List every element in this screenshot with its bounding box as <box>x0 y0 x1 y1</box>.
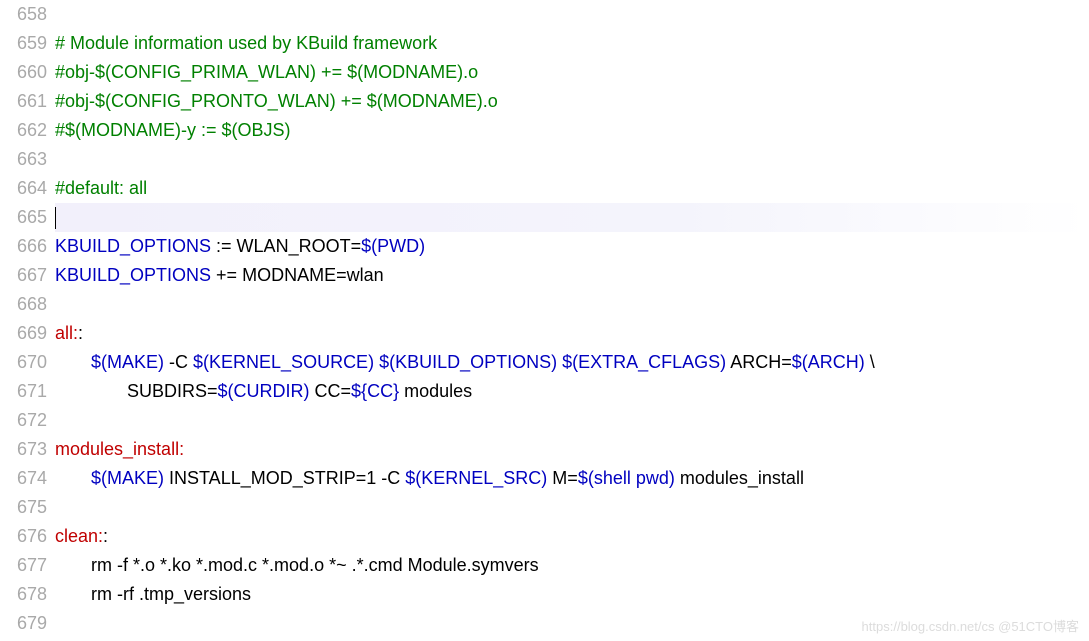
code-token: \ <box>865 352 875 372</box>
code-token: ARCH= <box>726 352 792 372</box>
code-token: += MODNAME=wlan <box>211 265 384 285</box>
line-number: 677 <box>0 551 47 580</box>
code-line[interactable] <box>55 0 1089 29</box>
code-token: rm -f *.o *.ko *.mod.c *.mod.o *~ .*.cmd… <box>91 555 539 575</box>
line-number: 675 <box>0 493 47 522</box>
code-token: #obj-$(CONFIG_PRIMA_WLAN) += $(MODNAME).… <box>55 62 478 82</box>
code-token: SUBDIRS= <box>127 381 218 401</box>
line-number: 673 <box>0 435 47 464</box>
code-token: $(MAKE) <box>91 352 164 372</box>
line-number: 666 <box>0 232 47 261</box>
code-token: -C <box>164 352 193 372</box>
code-token: modules_install <box>675 468 804 488</box>
code-line[interactable]: rm -rf .tmp_versions <box>55 580 1089 609</box>
line-number: 663 <box>0 145 47 174</box>
line-number: 660 <box>0 58 47 87</box>
line-number: 662 <box>0 116 47 145</box>
code-token: CC= <box>310 381 352 401</box>
code-token: $(PWD) <box>361 236 425 256</box>
code-token: clean: <box>55 526 103 546</box>
code-line[interactable]: KBUILD_OPTIONS := WLAN_ROOT=$(PWD) <box>55 232 1089 261</box>
code-token: $(KBUILD_OPTIONS) <box>379 352 557 372</box>
code-line[interactable]: all:: <box>55 319 1089 348</box>
code-token: #default: all <box>55 178 147 198</box>
line-number: 665 <box>0 203 47 232</box>
code-token: : <box>103 526 108 546</box>
code-token: $(CURDIR) <box>218 381 310 401</box>
code-line[interactable]: #obj-$(CONFIG_PRONTO_WLAN) += $(MODNAME)… <box>55 87 1089 116</box>
text-cursor <box>55 207 56 229</box>
code-line[interactable]: #obj-$(CONFIG_PRIMA_WLAN) += $(MODNAME).… <box>55 58 1089 87</box>
code-token: KBUILD_OPTIONS <box>55 236 211 256</box>
code-token: $(MAKE) <box>91 468 164 488</box>
code-line[interactable]: #$(MODNAME)-y := $(OBJS) <box>55 116 1089 145</box>
code-token: $(KERNEL_SOURCE) <box>193 352 374 372</box>
line-number: 659 <box>0 29 47 58</box>
line-number: 676 <box>0 522 47 551</box>
code-token: #$(MODNAME)-y := $(OBJS) <box>55 120 291 140</box>
line-number: 669 <box>0 319 47 348</box>
code-token: : <box>78 323 83 343</box>
code-token: rm -rf .tmp_versions <box>91 584 251 604</box>
line-number: 672 <box>0 406 47 435</box>
code-token: KBUILD_OPTIONS <box>55 265 211 285</box>
code-line[interactable]: rm -f *.o *.ko *.mod.c *.mod.o *~ .*.cmd… <box>55 551 1089 580</box>
code-token: shell <box>594 468 631 488</box>
line-number-gutter: 6586596606616626636646656666676686696706… <box>0 0 55 641</box>
code-token: #obj-$(CONFIG_PRONTO_WLAN) += $(MODNAME)… <box>55 91 498 111</box>
line-number: 671 <box>0 377 47 406</box>
code-line[interactable] <box>55 145 1089 174</box>
code-line[interactable]: modules_install: <box>55 435 1089 464</box>
code-area[interactable]: # Module information used by KBuild fram… <box>55 0 1089 641</box>
code-line[interactable]: # Module information used by KBuild fram… <box>55 29 1089 58</box>
code-token: ${CC} <box>351 381 399 401</box>
line-number: 674 <box>0 464 47 493</box>
code-line[interactable] <box>55 609 1089 638</box>
code-token: modules <box>399 381 472 401</box>
code-line[interactable]: clean:: <box>55 522 1089 551</box>
line-number: 667 <box>0 261 47 290</box>
code-line[interactable]: KBUILD_OPTIONS += MODNAME=wlan <box>55 261 1089 290</box>
code-token: $(EXTRA_CFLAGS) <box>562 352 726 372</box>
code-token: # Module information used by KBuild fram… <box>55 33 437 53</box>
line-number: 679 <box>0 609 47 638</box>
line-number: 670 <box>0 348 47 377</box>
code-token: pwd) <box>631 468 675 488</box>
code-line[interactable] <box>55 290 1089 319</box>
line-number: 664 <box>0 174 47 203</box>
code-line[interactable]: $(MAKE) INSTALL_MOD_STRIP=1 -C $(KERNEL_… <box>55 464 1089 493</box>
code-token: $(KERNEL_SRC) <box>405 468 547 488</box>
line-number: 668 <box>0 290 47 319</box>
line-number: 678 <box>0 580 47 609</box>
line-number: 661 <box>0 87 47 116</box>
code-line[interactable] <box>55 406 1089 435</box>
code-line[interactable]: #default: all <box>55 174 1089 203</box>
code-line[interactable]: $(MAKE) -C $(KERNEL_SOURCE) $(KBUILD_OPT… <box>55 348 1089 377</box>
code-token: $(ARCH) <box>792 352 865 372</box>
code-editor[interactable]: 6586596606616626636646656666676686696706… <box>0 0 1089 641</box>
code-token: M= <box>547 468 578 488</box>
code-token: $( <box>578 468 594 488</box>
code-token: INSTALL_MOD_STRIP=1 -C <box>164 468 405 488</box>
code-line[interactable]: SUBDIRS=$(CURDIR) CC=${CC} modules <box>55 377 1089 406</box>
line-number: 658 <box>0 0 47 29</box>
code-token: := WLAN_ROOT= <box>211 236 361 256</box>
code-line[interactable] <box>55 203 1089 232</box>
code-line[interactable] <box>55 493 1089 522</box>
code-token: modules_install: <box>55 439 184 459</box>
code-token: all: <box>55 323 78 343</box>
